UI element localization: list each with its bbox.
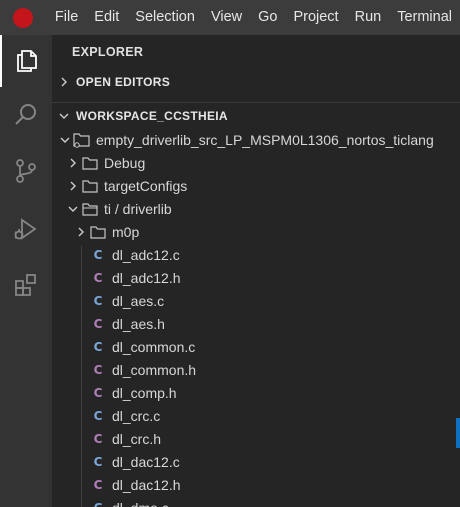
tree-item-m0p[interactable]: m0p — [52, 220, 460, 243]
chevron-right-icon — [52, 77, 76, 87]
tree-item-file[interactable]: Cdl_common.c — [52, 335, 460, 358]
tree-item-file-label: dl_adc12.h — [112, 269, 181, 286]
tree-item-file[interactable]: Cdl_dac12.c — [52, 450, 460, 473]
menu-project[interactable]: Project — [285, 0, 346, 35]
tree-item-ti-driverlib[interactable]: ti / driverlib — [52, 197, 460, 220]
menu-bar: File Edit Selection View Go Project Run … — [0, 0, 460, 35]
open-editors-section[interactable]: OPEN EDITORS — [52, 69, 460, 95]
h-file-icon: C — [93, 270, 103, 285]
tree-item-file-label: dl_comp.h — [112, 384, 177, 401]
search-button[interactable] — [0, 89, 52, 141]
c-file-icon: C — [93, 408, 103, 423]
tree-item-file-label: dl_common.c — [112, 338, 196, 355]
tree-item-debug[interactable]: Debug — [52, 151, 460, 174]
tree-item-file[interactable]: Cdl_dac12.h — [52, 473, 460, 496]
chevron-right-icon — [73, 224, 89, 240]
menu-run[interactable]: Run — [347, 0, 390, 35]
tree-item-file[interactable]: Cdl_aes.h — [52, 312, 460, 335]
c-file-icon: C — [93, 339, 103, 354]
run-debug-icon — [14, 218, 37, 240]
h-file-icon: C — [93, 362, 103, 377]
h-file-icon: C — [93, 385, 103, 400]
run-debug-button[interactable] — [0, 203, 52, 255]
extensions-icon — [15, 274, 36, 296]
folder-open-icon — [81, 201, 99, 217]
app-logo — [0, 0, 47, 35]
open-editors-label: OPEN EDITORS — [76, 75, 171, 89]
tree-item-file-label: dl_common.h — [112, 361, 197, 378]
h-file-icon: C — [93, 316, 103, 331]
tree-item-m0p-label: m0p — [112, 223, 140, 240]
tree-item-file-label: dl_adc12.c — [112, 246, 180, 263]
tree-item-targetconfigs-label: targetConfigs — [104, 177, 188, 194]
folder-icon — [81, 155, 99, 171]
file-tree: empty_driverlib_src_LP_MSPM0L1306_nortos… — [52, 128, 460, 507]
tree-item-file[interactable]: Cdl_comp.h — [52, 381, 460, 404]
tree-item-file[interactable]: Cdl_crc.c — [52, 404, 460, 427]
tree-item-file[interactable]: Cdl_adc12.c — [52, 243, 460, 266]
workspace-section[interactable]: WORKSPACE_CCSTHEIA — [52, 102, 460, 128]
tree-item-file[interactable]: Cdl_common.h — [52, 358, 460, 381]
menu-terminal[interactable]: Terminal — [389, 0, 460, 35]
tree-item-debug-label: Debug — [104, 154, 146, 171]
chevron-right-icon — [65, 178, 81, 194]
c-file-icon: C — [89, 500, 107, 507]
menu-go[interactable]: Go — [250, 0, 285, 35]
tree-item-ti-driverlib-label: ti / driverlib — [104, 200, 172, 217]
workspace-label: WORKSPACE_CCSTHEIA — [76, 108, 228, 123]
tree-item-file-label: dl_dac12.c — [112, 453, 180, 470]
source-control-icon — [16, 159, 36, 183]
tree-item-file[interactable]: Cdl_dma.c — [52, 496, 460, 507]
chevron-down-icon — [52, 111, 76, 121]
c-file-icon: C — [93, 247, 103, 262]
tree-item-file[interactable]: Cdl_adc12.h — [52, 266, 460, 289]
extensions-button[interactable] — [0, 259, 52, 311]
activity-bar — [0, 35, 52, 507]
tree-item-file[interactable]: Cdl_aes.c — [52, 289, 460, 312]
tree-item-targetconfigs[interactable]: targetConfigs — [52, 174, 460, 197]
tree-item-file-label: dl_aes.c — [112, 292, 165, 309]
menu-view[interactable]: View — [203, 0, 250, 35]
explorer-sidebar: EXPLORER OPEN EDITORS WORKSPACE_CCSTHEIA… — [52, 35, 460, 507]
project-folder-icon — [73, 132, 91, 148]
h-file-icon: C — [93, 477, 103, 492]
files-icon — [17, 50, 37, 72]
tree-item-file-label: dl_crc.c — [112, 407, 161, 424]
source-control-button[interactable] — [0, 145, 52, 197]
tree-item-file[interactable]: Cdl_crc.h — [52, 427, 460, 450]
chevron-down-icon — [65, 201, 81, 217]
explorer-button[interactable] — [0, 35, 52, 87]
sidebar-title: EXPLORER — [72, 45, 144, 59]
tree-item-project-label: empty_driverlib_src_LP_MSPM0L1306_nortos… — [96, 131, 434, 148]
menu-file[interactable]: File — [47, 0, 86, 35]
tree-item-file-label: dl_dac12.h — [112, 476, 181, 493]
tree-item-file-label: dl_dma.c — [112, 500, 169, 507]
tree-item-project[interactable]: empty_driverlib_src_LP_MSPM0L1306_nortos… — [52, 128, 460, 151]
menu-selection[interactable]: Selection — [127, 0, 203, 35]
scroll-indicator[interactable] — [456, 418, 460, 448]
c-file-icon: C — [93, 454, 103, 469]
chevron-right-icon — [65, 155, 81, 171]
menu-edit[interactable]: Edit — [86, 0, 127, 35]
folder-icon — [89, 224, 107, 240]
tree-item-file-label: dl_aes.h — [112, 315, 165, 332]
c-file-icon: C — [93, 293, 103, 308]
h-file-icon: C — [93, 431, 103, 446]
chevron-down-icon — [57, 132, 73, 148]
logo-icon — [13, 7, 34, 28]
indent-guide — [81, 246, 82, 507]
tree-item-file-label: dl_crc.h — [112, 430, 162, 447]
search-icon — [15, 104, 36, 125]
folder-icon — [81, 178, 99, 194]
